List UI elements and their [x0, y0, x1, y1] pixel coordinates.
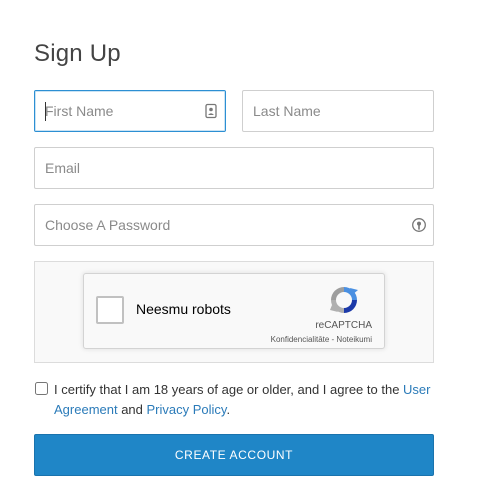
certify-text-before: I certify that I am 18 years of age or o…	[54, 382, 404, 397]
contact-card-icon[interactable]	[203, 103, 219, 119]
email-field[interactable]	[34, 147, 434, 189]
text-cursor	[45, 102, 46, 121]
recaptcha-label: Neesmu robots	[136, 301, 231, 317]
create-account-button[interactable]: CREATE ACCOUNT	[34, 434, 434, 476]
recaptcha-checkbox[interactable]	[96, 296, 124, 324]
first-name-field[interactable]	[34, 90, 226, 132]
recaptcha-privacy-terms-links[interactable]: Konfidencialitāte - Noteikumi	[271, 335, 372, 344]
page-title: Sign Up	[34, 40, 121, 67]
certify-text: I certify that I am 18 years of age or o…	[54, 380, 434, 420]
recaptcha-widget: Neesmu robots reCAPTCHA Konfidencialitāt…	[83, 273, 385, 349]
privacy-policy-link[interactable]: Privacy Policy	[147, 402, 227, 417]
recaptcha-logo-icon	[330, 287, 358, 313]
password-field[interactable]	[34, 204, 434, 246]
password-key-icon[interactable]	[411, 217, 427, 233]
certify-text-after: .	[226, 402, 231, 417]
last-name-input[interactable]	[253, 91, 433, 131]
password-input[interactable]	[45, 205, 433, 245]
certify-checkbox[interactable]	[35, 382, 48, 395]
email-input[interactable]	[45, 148, 433, 188]
first-name-input[interactable]	[45, 91, 225, 131]
captcha-container: Neesmu robots reCAPTCHA Konfidencialitāt…	[34, 261, 434, 363]
certify-text-and: and	[117, 402, 147, 417]
last-name-field[interactable]	[242, 90, 434, 132]
recaptcha-brand: reCAPTCHA	[315, 320, 372, 331]
